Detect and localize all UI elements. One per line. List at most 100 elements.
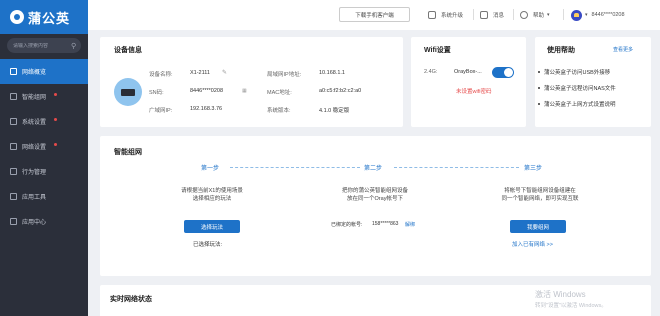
system-upgrade-label: 系统升级 bbox=[441, 13, 464, 19]
choose-mode-button[interactable]: 选择玩法 bbox=[184, 220, 240, 233]
account-menu[interactable]: ▾ 8446****0208 bbox=[571, 0, 625, 30]
sidebar-item-network-settings[interactable]: 网络设置 bbox=[0, 134, 88, 159]
help-label: 帮助 bbox=[533, 13, 545, 19]
card-title: 智能组网 bbox=[114, 149, 142, 156]
device-name-label: 设备名称: bbox=[149, 72, 173, 78]
edit-icon[interactable]: ✎ bbox=[222, 69, 227, 76]
mac-label: MAC地址: bbox=[267, 90, 292, 96]
avatar-icon bbox=[571, 9, 582, 21]
lan-ip-value: 10.168.1.1 bbox=[319, 70, 345, 76]
unbind-link[interactable]: 解绑 bbox=[405, 221, 415, 228]
create-network-button[interactable]: 我要组网 bbox=[510, 220, 566, 233]
mac-value: a0:c5:f2:b2:c2:a0 bbox=[319, 88, 362, 94]
search-icon[interactable]: ⚲ bbox=[71, 42, 76, 50]
wifi-warning[interactable]: 未设置wifi密码 bbox=[456, 87, 491, 95]
sidebar-item-label: 系统设置 bbox=[22, 120, 47, 126]
sidebar-item-label: 网络设置 bbox=[22, 145, 47, 151]
bell-icon bbox=[480, 11, 488, 19]
step-desc-line: 请根据当前X1的使用场景 bbox=[181, 188, 243, 194]
windows-activation-watermark: 激活 Windows bbox=[535, 290, 586, 299]
wan-ip-value: 192.168.3.76 bbox=[190, 106, 223, 112]
step-three-description: 将帐号下智能组网设备组建在 同一个智能网络，即可实现互联 bbox=[480, 187, 600, 203]
brand-name: 蒲公英 bbox=[28, 10, 71, 26]
bound-account-label: 已绑定的帐号: bbox=[331, 222, 363, 228]
chevron-down-icon: ▾ bbox=[585, 12, 588, 18]
divider bbox=[563, 9, 564, 20]
settings-icon bbox=[10, 118, 17, 125]
sidebar-item-tools[interactable]: 应用工具 bbox=[0, 184, 88, 209]
brand-bar: 蒲公英 bbox=[0, 0, 88, 34]
notification-dot bbox=[54, 93, 57, 96]
messages-button[interactable]: 消息 bbox=[480, 0, 504, 30]
app-center-icon bbox=[10, 218, 17, 225]
help-link[interactable]: 蒲公英盒子访问USB外接移 bbox=[538, 68, 610, 76]
system-version-value: 4.1.0 稳定版 bbox=[319, 108, 350, 114]
lan-ip-label: 局域网IP地址: bbox=[267, 72, 302, 78]
question-icon bbox=[520, 11, 528, 19]
wifi-toggle[interactable] bbox=[492, 67, 514, 78]
network-icon bbox=[10, 93, 17, 100]
step-desc-line: 放在同一个Oray帐号下 bbox=[347, 196, 403, 202]
messages-label: 消息 bbox=[493, 13, 505, 19]
tools-icon bbox=[10, 193, 17, 200]
notification-dot bbox=[54, 118, 57, 121]
system-upgrade-button[interactable]: 系统升级 bbox=[428, 0, 463, 30]
card-title: 实时网络状态 bbox=[110, 296, 152, 303]
card-title: Wifi设置 bbox=[424, 47, 451, 54]
divider bbox=[513, 9, 514, 20]
account-name: 8446****0208 bbox=[591, 12, 625, 18]
sidebar: 蒲公英 ⚲ 网络概览 智能组网 系统设置 网络设置 行为管理 应用工具 应用中心 bbox=[0, 0, 88, 316]
step-title: 第二步 bbox=[364, 166, 383, 172]
sn-label: SN码: bbox=[149, 90, 164, 96]
qr-code-icon[interactable]: ▦ bbox=[242, 88, 247, 94]
step-connector bbox=[230, 167, 360, 168]
sidebar-item-app-center[interactable]: 应用中心 bbox=[0, 209, 88, 234]
download-app-button[interactable]: 下载手机客户端 bbox=[339, 7, 410, 22]
step-title: 第三步 bbox=[524, 166, 543, 172]
system-version-label: 系统版本: bbox=[267, 108, 291, 114]
card-title: 设备信息 bbox=[114, 47, 142, 54]
chevron-down-icon: ▾ bbox=[547, 12, 550, 18]
step-connector bbox=[394, 167, 519, 168]
wifi-ssid: OrayBox-... bbox=[454, 69, 482, 75]
sidebar-item-smart-network[interactable]: 智能组网 bbox=[0, 84, 88, 109]
sidebar-item-label: 智能组网 bbox=[22, 95, 47, 101]
sidebar-item-system-settings[interactable]: 系统设置 bbox=[0, 109, 88, 134]
device-info-card: 设备信息 设备名称: X1-2111 ✎ SN码: 8446****0208 ▦… bbox=[100, 37, 403, 127]
card-title: 使用帮助 bbox=[547, 47, 575, 54]
step-desc-line: 同一个智能网络，即可实现互联 bbox=[501, 196, 579, 202]
notification-dot bbox=[54, 143, 57, 146]
join-network-link[interactable]: 加入已有网络 >> bbox=[512, 240, 553, 248]
sidebar-item-label: 网络概览 bbox=[22, 70, 47, 76]
help-button[interactable]: 帮助 ▾ bbox=[520, 0, 550, 30]
windows-activation-hint: 转到"设置"以激活 Windows。 bbox=[535, 303, 607, 309]
bound-account-value: 158*****863 bbox=[372, 221, 399, 227]
help-link[interactable]: 蒲公英盒子远程访问NAS文件 bbox=[538, 84, 616, 92]
step-desc-line: 将帐号下智能组网设备组建在 bbox=[504, 188, 576, 194]
wifi-card: Wifi设置 2.4G: OrayBox-... 未设置wifi密码 bbox=[411, 37, 526, 127]
sidebar-item-overview[interactable]: 网络概览 bbox=[0, 59, 88, 84]
sidebar-item-label: 应用工具 bbox=[22, 195, 47, 201]
step-title: 第一步 bbox=[201, 166, 220, 172]
top-bar: 下载手机客户端 系统升级 消息 帮助 ▾ ▾ 8446****0208 bbox=[88, 0, 660, 30]
smart-network-card: 智能组网 第一步 第二步 第三步 请根据当前X1的使用场景 选择相应的玩法 选择… bbox=[100, 136, 651, 276]
sidebar-item-label: 应用中心 bbox=[22, 220, 47, 226]
step-one-description: 请根据当前X1的使用场景 选择相应的玩法 bbox=[162, 187, 262, 203]
step-two-description: 把你的蒲公英智能组网设备 放在同一个Oray帐号下 bbox=[320, 187, 430, 203]
help-card: 使用帮助 查看更多 蒲公英盒子访问USB外接移 蒲公英盒子远程访问NAS文件 蒲… bbox=[535, 37, 651, 127]
sidebar-item-label: 行为管理 bbox=[22, 170, 47, 176]
wifi-band-label: 2.4G: bbox=[424, 69, 438, 75]
sn-value: 8446****0208 bbox=[190, 88, 224, 94]
divider bbox=[473, 9, 474, 20]
search-input[interactable] bbox=[13, 42, 71, 49]
dandelion-logo-icon bbox=[10, 10, 24, 24]
sidebar-item-behavior[interactable]: 行为管理 bbox=[0, 159, 88, 184]
wan-ip-label: 广域网IP: bbox=[149, 108, 173, 114]
behavior-icon bbox=[10, 168, 17, 175]
view-more-link[interactable]: 查看更多 bbox=[613, 46, 633, 53]
step-desc-line: 把你的蒲公英智能组网设备 bbox=[341, 188, 408, 194]
step-desc-line: 选择相应的玩法 bbox=[192, 196, 232, 202]
help-link[interactable]: 蒲公英盒子上网方式设置说明 bbox=[538, 100, 616, 108]
monitor-icon bbox=[428, 11, 436, 19]
device-image bbox=[114, 78, 142, 106]
